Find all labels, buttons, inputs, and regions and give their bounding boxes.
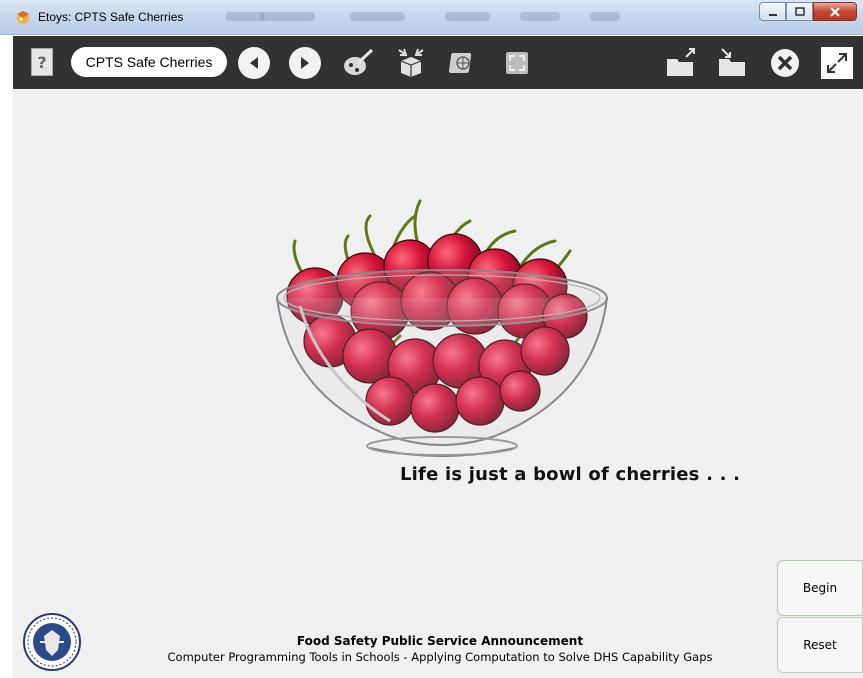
help-button[interactable]: ? (31, 48, 53, 76)
maximize-button[interactable] (786, 2, 813, 21)
language-icon (449, 53, 472, 73)
previous-page-icon (250, 57, 258, 69)
minimize-icon (768, 13, 777, 16)
load-project-icon (667, 48, 695, 76)
blurred-background-text (445, 12, 490, 21)
footer-title: Food Safety Public Service Announcement (296, 634, 584, 648)
project-name-label: CPTS Safe Cherries (85, 54, 213, 70)
language-button[interactable] (445, 48, 481, 78)
fullscreen-button[interactable] (499, 48, 535, 78)
blurred-background-text (225, 12, 265, 21)
help-icon: ? (37, 52, 47, 72)
window-controls (759, 2, 857, 22)
close-button[interactable] (813, 2, 857, 21)
paint-icon (344, 48, 374, 75)
blurred-background-text (350, 12, 405, 21)
tagline-text: Life is just a bowl of cherries . . . (400, 464, 741, 485)
fullscreen-icon (506, 52, 528, 74)
title-bar[interactable]: Etoys: CPTS Safe Cherries (0, 0, 863, 35)
blurred-background-text (260, 12, 315, 21)
next-page-icon (301, 57, 309, 69)
supplies-button[interactable] (393, 48, 429, 78)
etoys-toolbar: ? CPTS Safe Cherries (13, 36, 863, 89)
minimize-button[interactable] (759, 2, 786, 21)
expand-button[interactable] (821, 47, 853, 79)
previous-page-button[interactable] (238, 47, 270, 79)
supplies-icon (398, 48, 424, 77)
blurred-background-text (520, 12, 560, 21)
stop-button[interactable] (768, 48, 802, 78)
footer-subtitle: Computer Programming Tools in Schools - … (167, 650, 713, 664)
save-project-button[interactable] (715, 48, 751, 78)
expand-icon (827, 53, 847, 73)
window-title: Etoys: CPTS Safe Cherries (38, 10, 184, 24)
begin-button[interactable]: Begin (777, 560, 863, 616)
stop-icon (771, 49, 799, 77)
blurred-background-text (590, 12, 620, 21)
begin-button-label: Begin (802, 581, 838, 595)
next-page-button[interactable] (289, 47, 321, 79)
save-project-icon (719, 48, 745, 76)
paint-button[interactable] (341, 48, 377, 78)
project-name-field[interactable]: CPTS Safe Cherries (71, 47, 227, 77)
etoys-app-icon (17, 11, 29, 24)
cherry-bowl-illustration (276, 199, 608, 457)
load-project-button[interactable] (663, 48, 699, 78)
maximize-icon (794, 6, 805, 16)
etoys-window: Etoys: CPTS Safe Cherries ? CPTS Safe Ch… (0, 0, 863, 678)
close-icon (830, 6, 840, 17)
